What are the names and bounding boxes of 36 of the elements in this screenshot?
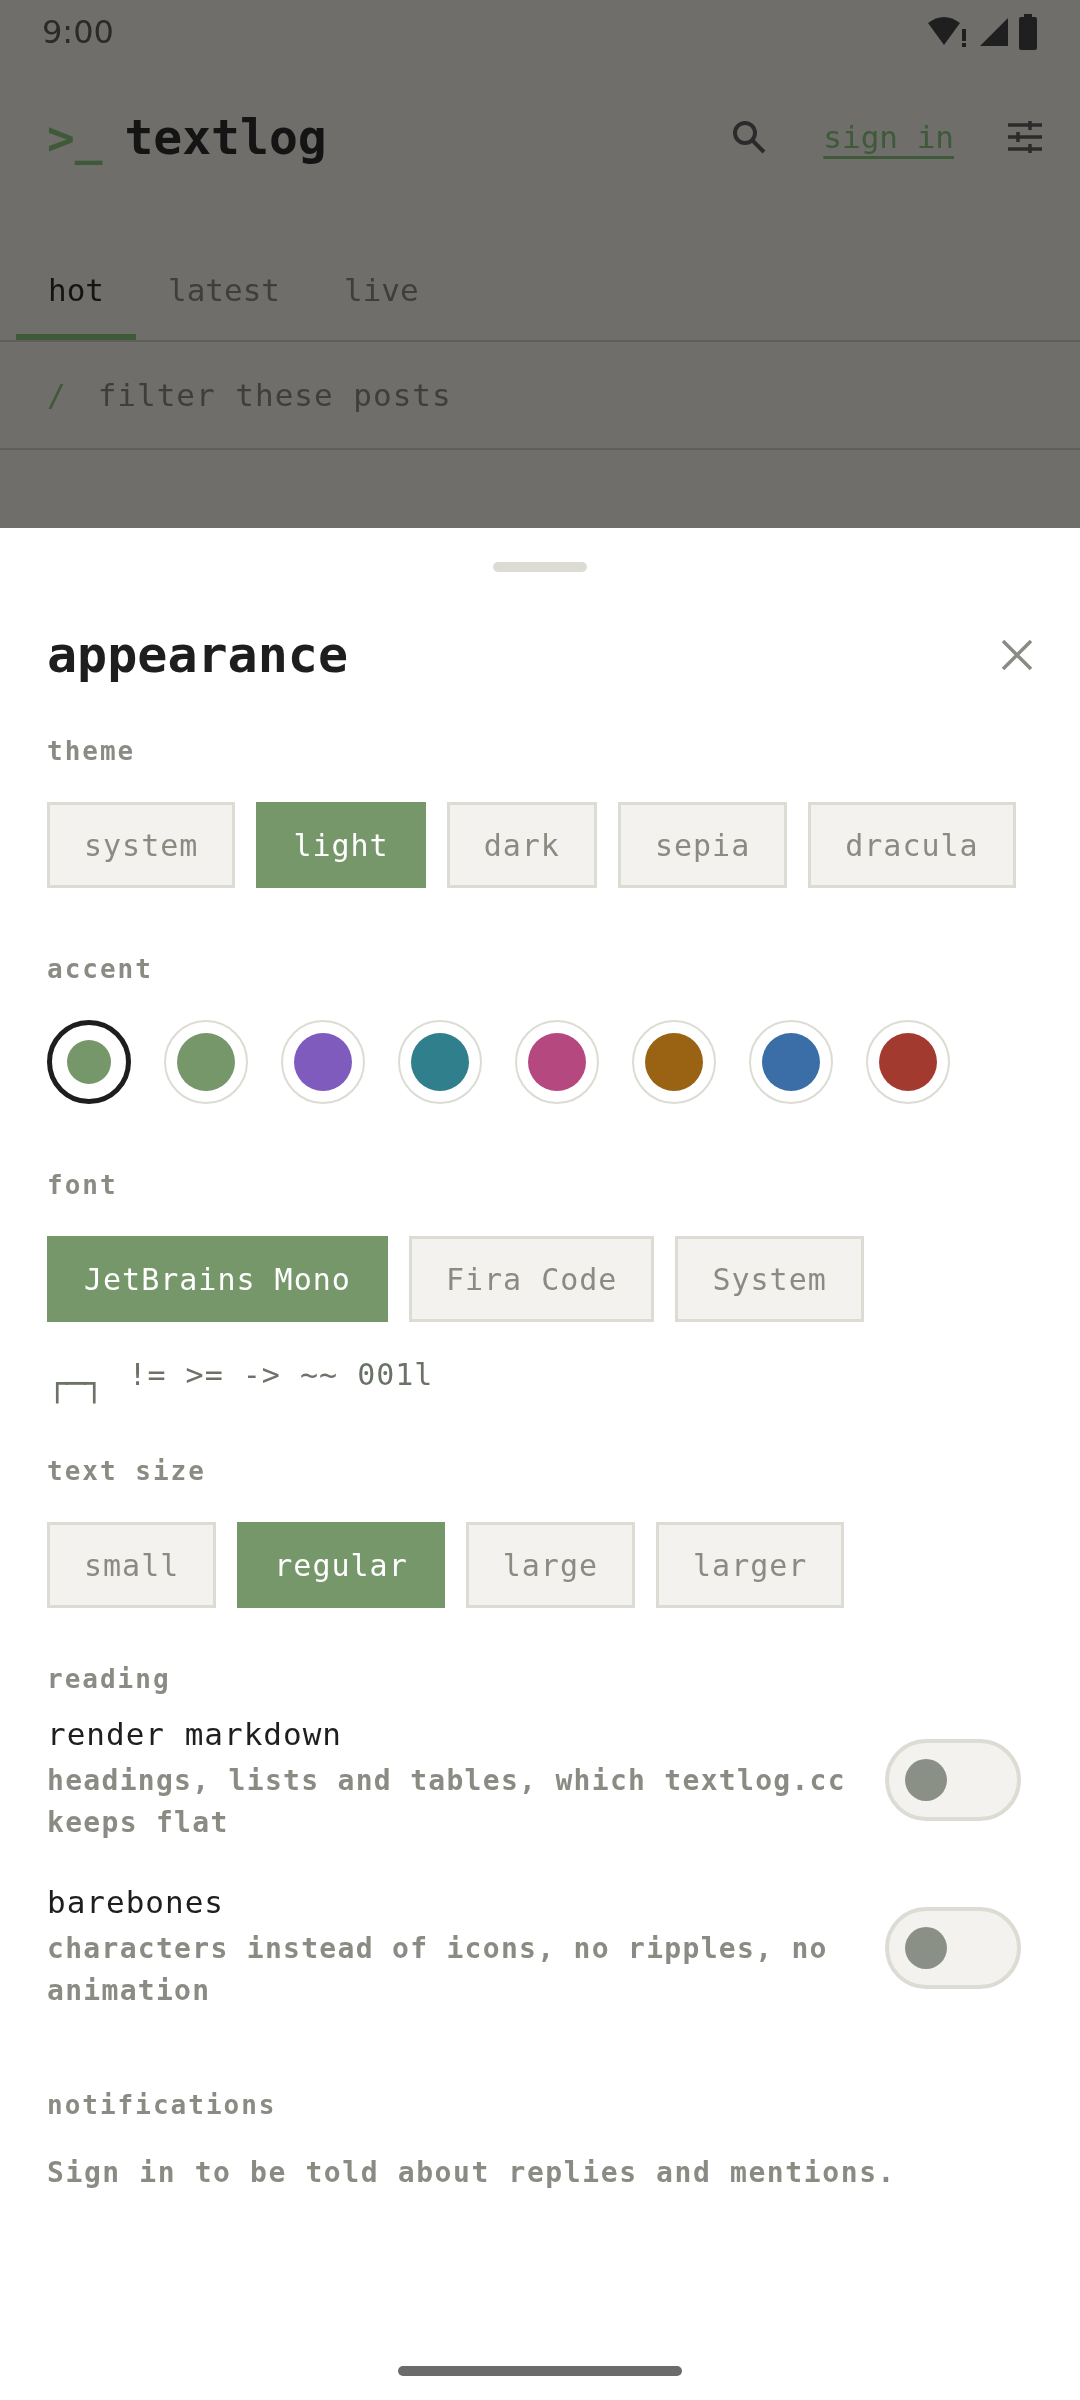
logo-prompt: >_ — [47, 111, 103, 165]
section-label: theme — [47, 736, 137, 766]
option-chip[interactable]: small — [47, 1522, 217, 1608]
option-chip[interactable]: large — [465, 1522, 636, 1608]
option-chip[interactable]: dracula — [808, 802, 1016, 888]
setting-title: render markdown — [47, 1716, 343, 1752]
section-label: text size — [47, 1456, 207, 1486]
option-chip[interactable]: JetBrains Mono — [47, 1236, 388, 1322]
option-chip[interactable]: sepia — [617, 802, 788, 888]
section-label: font — [47, 1170, 119, 1200]
font-preview-text: != >= -> ~~ 001l — [128, 1356, 434, 1392]
option-chip[interactable]: regular — [237, 1522, 445, 1608]
signal-icon — [978, 16, 1010, 48]
option-chip[interactable]: Fira Code — [408, 1236, 655, 1322]
filter-prompt: / — [47, 377, 66, 413]
search-icon[interactable] — [731, 119, 768, 155]
settings-sliders-icon[interactable] — [1008, 121, 1042, 153]
status-time: 9:00 — [42, 13, 114, 51]
tab[interactable]: hot — [16, 272, 136, 340]
close-icon[interactable] — [1001, 639, 1033, 671]
option-chip[interactable]: dark — [446, 802, 597, 888]
option-chip[interactable]: System — [675, 1236, 864, 1322]
battery-icon — [1018, 14, 1038, 50]
setting-description: characters instead of icons, no ripples, no animation — [47, 1931, 829, 2009]
setting-title: barebones — [47, 1884, 225, 1920]
notifications-message: Sign in to be told about replies and mentions. — [47, 2156, 898, 2189]
option-chip[interactable]: larger — [656, 1522, 845, 1608]
section-label: accent — [47, 954, 154, 984]
section-label: notifications — [47, 2090, 278, 2120]
drag-handle[interactable] — [493, 562, 587, 572]
setting-description: headings, lists and tables, which textlog.cc keeps flat — [47, 1763, 847, 1841]
app-title: textlog — [124, 109, 327, 165]
section-label: reading — [47, 1664, 172, 1694]
sheet-title: appearance — [47, 626, 349, 684]
option-chip[interactable]: system — [47, 802, 236, 888]
option-chip[interactable]: light — [256, 802, 426, 888]
